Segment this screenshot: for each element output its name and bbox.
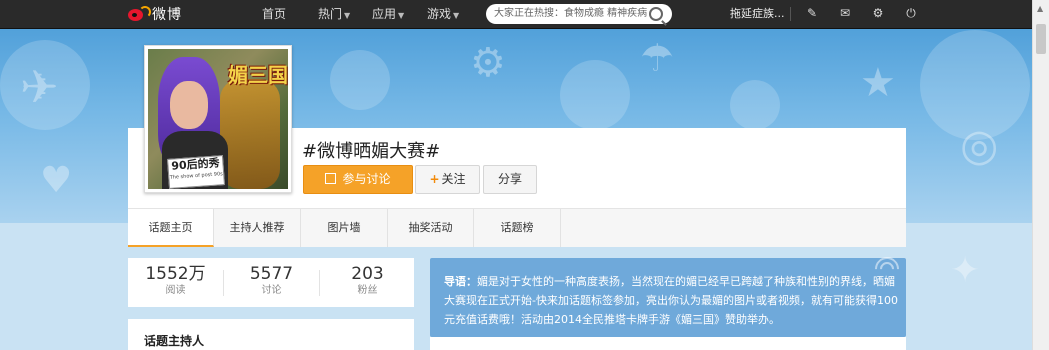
weibo-logo[interactable]: 微博 (128, 3, 182, 25)
stat-reads[interactable]: 1552万 阅读 (128, 264, 223, 298)
intro-text: 导语：媚是对于女性的一种高度表扬，当然现在的媚已经早已跨越了种族和性别的界线，晒… (444, 275, 898, 326)
stat-discussions[interactable]: 5577 讨论 (224, 264, 319, 298)
topic-avatar[interactable]: 媚三国 90后的秀 The show of post 90s (144, 45, 292, 193)
caret-down-icon: ▼ (398, 11, 405, 20)
nav-games[interactable]: 游戏 ▼ (427, 0, 459, 28)
caret-down-icon: ▼ (344, 11, 351, 20)
compose-icon[interactable]: ✎ (805, 6, 819, 20)
scroll-up-arrow-icon[interactable]: ▲ (1037, 4, 1043, 13)
share-button[interactable]: 分享 (483, 165, 537, 194)
topic-intro: 导语：媚是对于女性的一种高度表扬，当然现在的媚已经早已跨越了种族和性别的界线，晒… (430, 258, 906, 337)
scrollbar-thumb[interactable] (1036, 24, 1046, 54)
broadcast-icon (866, 252, 904, 286)
nav-home[interactable]: 首页 (262, 0, 286, 28)
topic-stats: 1552万 阅读 5577 讨论 203 粉丝 (128, 258, 414, 307)
power-icon[interactable]: ⏻ (904, 6, 918, 20)
stat-followers[interactable]: 203 粉丝 (320, 264, 415, 298)
page-scrollbar[interactable]: ▲ (1032, 0, 1049, 350)
topic-title: #微博晒媚大赛# (302, 141, 441, 162)
search-placeholder: 大家正在热搜：食物成瘾 精神疾病 (494, 8, 648, 19)
join-discussion-button[interactable]: 参与讨论 (303, 165, 413, 194)
search-icon[interactable] (649, 7, 663, 21)
avatar-image: 媚三国 90后的秀 The show of post 90s (148, 49, 288, 189)
feed-area (430, 337, 906, 350)
logo-text: 微博 (152, 7, 182, 23)
host-section-title: 话题主持人 (144, 334, 205, 348)
user-name-link[interactable]: 拖延症族... (730, 0, 785, 28)
nav-hot[interactable]: 热门 ▼ (318, 0, 350, 28)
nav-apps[interactable]: 应用 ▼ (372, 0, 404, 28)
search-input[interactable]: 大家正在热搜：食物成瘾 精神疾病 (486, 4, 672, 24)
topic-host-card: 话题主持人 (128, 319, 414, 350)
follow-button[interactable]: + 关注 (415, 165, 480, 194)
tab-host-recommend[interactable]: 主持人推荐 (214, 209, 301, 247)
plus-icon: + (429, 172, 440, 186)
edit-icon (325, 173, 337, 184)
message-icon[interactable]: ✉ (838, 6, 852, 20)
tab-topic-ranking[interactable]: 话题榜 (474, 209, 561, 247)
weibo-eye-icon (128, 6, 151, 22)
top-navbar: 微博 首页 热门 ▼ 应用 ▼ 游戏 ▼ 大家正在热搜：食物成瘾 精神疾病 拖延症族.… (0, 0, 1049, 29)
tab-lottery[interactable]: 抽奖活动 (388, 209, 474, 247)
topic-tabs: 话题主页 主持人推荐 图片墙 抽奖活动 话题榜 (128, 208, 906, 247)
tab-topic-home[interactable]: 话题主页 (128, 209, 214, 247)
avatar-sign: 90后的秀 The show of post 90s (167, 155, 225, 189)
game-logo-text: 媚三国 (228, 63, 288, 87)
gear-icon[interactable]: ⚙ (871, 6, 885, 20)
tab-photo-wall[interactable]: 图片墙 (301, 209, 388, 247)
caret-down-icon: ▼ (453, 11, 460, 20)
